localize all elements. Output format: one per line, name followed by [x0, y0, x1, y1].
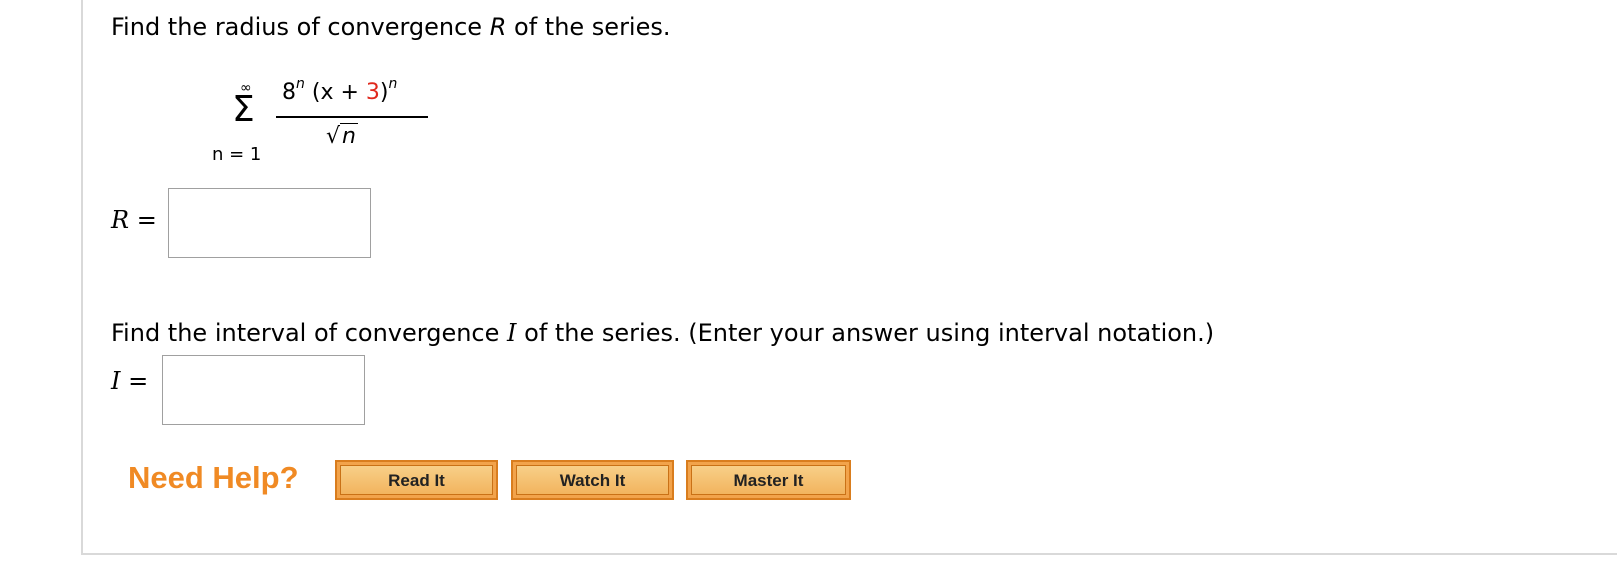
sqrt-icon: √: [326, 124, 341, 149]
series-denominator: √n: [326, 123, 358, 149]
interval-label: I =: [111, 367, 149, 395]
question-radius-text: Find the radius of convergence R of the …: [111, 13, 671, 41]
radius-answer-input[interactable]: [168, 188, 371, 258]
master-it-label: Master It: [691, 465, 846, 495]
interval-variable: I: [507, 319, 517, 347]
read-it-label: Read It: [340, 465, 493, 495]
series-constant: 3: [365, 80, 380, 105]
watch-it-label: Watch It: [516, 465, 669, 495]
question-interval-text: Find the interval of convergence I of th…: [111, 319, 1215, 347]
sigma-symbol: Σ: [232, 89, 255, 130]
need-help-title: Need Help?: [128, 460, 299, 495]
radius-variable: R: [489, 13, 507, 41]
radius-label: R =: [111, 206, 157, 234]
read-it-button[interactable]: Read It: [335, 460, 498, 500]
sum-lower-limit: n = 1: [212, 144, 262, 165]
series-formula: ∞ Σ n = 1 8n (x + 3)n √n: [200, 76, 460, 180]
watch-it-button[interactable]: Watch It: [511, 460, 674, 500]
interval-answer-input[interactable]: [162, 355, 365, 425]
series-numerator: 8n (x + 3)n: [282, 76, 398, 105]
master-it-button[interactable]: Master It: [686, 460, 851, 500]
fraction-bar: [276, 116, 428, 118]
